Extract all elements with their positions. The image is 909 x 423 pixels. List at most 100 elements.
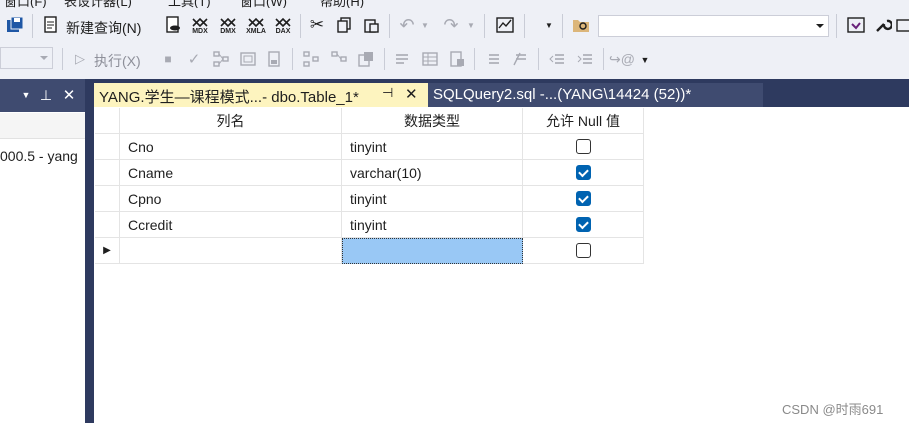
data-type-cell[interactable]: varchar(10) bbox=[342, 160, 523, 186]
solution-config-dropdown-icon[interactable]: ▼ bbox=[544, 20, 554, 30]
allow-null-checkbox[interactable] bbox=[575, 217, 591, 232]
column-name-cell[interactable]: Ccredit bbox=[120, 212, 342, 238]
tab-sqlquery2[interactable]: SQLQuery2.sql -...(YANG\14424 (52))* bbox=[428, 83, 763, 107]
xmla-label: XMLA bbox=[246, 28, 266, 35]
tab-table-designer[interactable]: YANG.学生—课程模式...- dbo.Table_1* ⊣ ✕ bbox=[94, 83, 428, 107]
increase-indent-icon[interactable] bbox=[574, 48, 596, 70]
column-header-name[interactable]: 列名 bbox=[120, 108, 342, 134]
toolbar-separator bbox=[836, 14, 837, 38]
find-combo[interactable] bbox=[598, 15, 829, 37]
execute-button[interactable]: 执行(X) bbox=[94, 51, 141, 71]
toolbar-separator bbox=[562, 14, 563, 38]
parse-check-icon[interactable]: ✓ bbox=[184, 48, 204, 70]
current-row-indicator-icon[interactable]: ▶ bbox=[95, 238, 120, 264]
toolbar-separator bbox=[603, 48, 604, 70]
properties-wrench-icon[interactable] bbox=[872, 14, 894, 36]
watermark: CSDN @时雨691 bbox=[782, 402, 884, 417]
data-type-cell-selected[interactable] bbox=[342, 238, 523, 264]
results-to-file-icon[interactable] bbox=[446, 48, 468, 70]
tab-table-designer-label: YANG.学生—课程模式...- dbo.Table_1* bbox=[99, 89, 359, 106]
column-name-cell[interactable]: Cno bbox=[120, 134, 342, 160]
tab-close-icon[interactable]: ✕ bbox=[405, 85, 418, 103]
mdx-query-icon[interactable]: MDX bbox=[188, 14, 212, 38]
allow-null-checkbox[interactable] bbox=[575, 139, 591, 154]
copy-icon[interactable] bbox=[333, 14, 355, 36]
object-explorer-header: ▼ ⊥ ✕ bbox=[0, 79, 85, 112]
redo-dropdown-icon[interactable]: ▼ bbox=[466, 20, 476, 30]
column-name-cell[interactable]: Cname bbox=[120, 160, 342, 186]
column-header-data-type[interactable]: 数据类型 bbox=[342, 108, 523, 134]
display-estimated-plan-icon[interactable] bbox=[210, 48, 232, 70]
tab-pin-icon[interactable]: ⊣ bbox=[382, 85, 393, 101]
query-options-icon[interactable] bbox=[237, 48, 259, 70]
results-to-text-icon[interactable] bbox=[391, 48, 413, 70]
chevron-down-icon[interactable] bbox=[40, 56, 48, 60]
dmx-label: DMX bbox=[220, 28, 236, 35]
cancel-query-icon[interactable]: ■ bbox=[158, 48, 178, 70]
row-selector[interactable] bbox=[95, 212, 120, 238]
allow-null-cell bbox=[523, 238, 644, 264]
panel-options-chevron-down-icon[interactable]: ▼ bbox=[20, 88, 32, 102]
row-selector[interactable] bbox=[95, 186, 120, 212]
database-engine-query-icon[interactable] bbox=[162, 14, 184, 36]
decrease-indent-icon[interactable] bbox=[546, 48, 568, 70]
new-query-button[interactable]: 新建查询(N) bbox=[66, 18, 141, 38]
row-header-corner bbox=[95, 108, 120, 134]
dax-query-icon[interactable]: DAX bbox=[271, 14, 295, 38]
allow-null-cell bbox=[523, 186, 644, 212]
execute-icon[interactable]: ▷ bbox=[70, 48, 90, 70]
new-query-icon[interactable] bbox=[40, 14, 62, 36]
toolbar-separator bbox=[32, 14, 33, 38]
specify-template-values-icon[interactable]: ↪@ bbox=[609, 48, 635, 70]
client-statistics-icon[interactable] bbox=[355, 48, 377, 70]
comment-out-icon[interactable] bbox=[482, 48, 504, 70]
row-selector[interactable] bbox=[95, 134, 120, 160]
allow-null-cell bbox=[523, 212, 644, 238]
toolbar-separator bbox=[524, 14, 525, 38]
cut-icon[interactable]: ✂ bbox=[306, 14, 328, 36]
toolbar-separator bbox=[292, 48, 293, 70]
allow-null-cell bbox=[523, 134, 644, 160]
column-name-cell[interactable] bbox=[120, 238, 342, 264]
pin-icon[interactable]: ⊥ bbox=[38, 85, 54, 105]
xmla-query-icon[interactable]: XMLA bbox=[243, 14, 269, 38]
toolbar-separator bbox=[484, 14, 485, 38]
activity-monitor-icon[interactable] bbox=[494, 14, 516, 36]
solution-explorer-icon[interactable] bbox=[845, 14, 867, 36]
standard-toolbar: 新建查询(N) MDX DMX XMLA DAX ✂ ↶ ▼ ↷ ▼ ▼ bbox=[0, 8, 909, 44]
results-to-grid-icon[interactable] bbox=[419, 48, 441, 70]
save-all-icon[interactable] bbox=[4, 14, 26, 36]
data-type-cell[interactable]: tinyint bbox=[342, 134, 523, 160]
undo-icon[interactable]: ↶ bbox=[396, 14, 418, 36]
dmx-query-icon[interactable]: DMX bbox=[216, 14, 240, 38]
intellisense-icon[interactable] bbox=[263, 48, 285, 70]
sql-editor-toolbar: ▷ 执行(X) ■ ✓ ↪@ ▼ bbox=[0, 44, 909, 74]
tab-sqlquery2-label: SQLQuery2.sql -...(YANG\14424 (52))* bbox=[433, 86, 692, 103]
data-type-cell[interactable]: tinyint bbox=[342, 186, 523, 212]
server-node[interactable]: 000.5 - yang bbox=[0, 148, 85, 164]
undo-dropdown-icon[interactable]: ▼ bbox=[420, 20, 430, 30]
allow-null-checkbox[interactable] bbox=[575, 165, 591, 180]
available-databases-combo[interactable] bbox=[0, 47, 53, 69]
live-query-stats-icon[interactable] bbox=[328, 48, 350, 70]
panel-splitter[interactable] bbox=[85, 79, 94, 423]
toolbar-separator bbox=[538, 48, 539, 70]
toolbar-separator bbox=[474, 48, 475, 70]
toolbar-separator bbox=[384, 48, 385, 70]
toolbar-overflow-icon[interactable]: ▼ bbox=[640, 52, 650, 68]
toolbar-separator bbox=[300, 14, 301, 38]
redo-icon[interactable]: ↷ bbox=[440, 14, 462, 36]
allow-null-checkbox[interactable] bbox=[575, 191, 591, 206]
paste-icon[interactable] bbox=[360, 14, 382, 36]
data-type-cell[interactable]: tinyint bbox=[342, 212, 523, 238]
column-header-allow-null[interactable]: 允许 Null 值 bbox=[523, 108, 644, 134]
toolbox-icon[interactable] bbox=[896, 14, 909, 36]
chevron-down-icon[interactable] bbox=[816, 24, 824, 28]
allow-null-checkbox[interactable] bbox=[575, 243, 591, 258]
row-selector[interactable] bbox=[95, 160, 120, 186]
close-icon[interactable]: ✕ bbox=[60, 85, 78, 105]
column-name-cell[interactable]: Cpno bbox=[120, 186, 342, 212]
find-in-files-icon[interactable] bbox=[570, 14, 592, 36]
include-actual-plan-icon[interactable] bbox=[300, 48, 322, 70]
uncomment-icon[interactable] bbox=[509, 48, 531, 70]
